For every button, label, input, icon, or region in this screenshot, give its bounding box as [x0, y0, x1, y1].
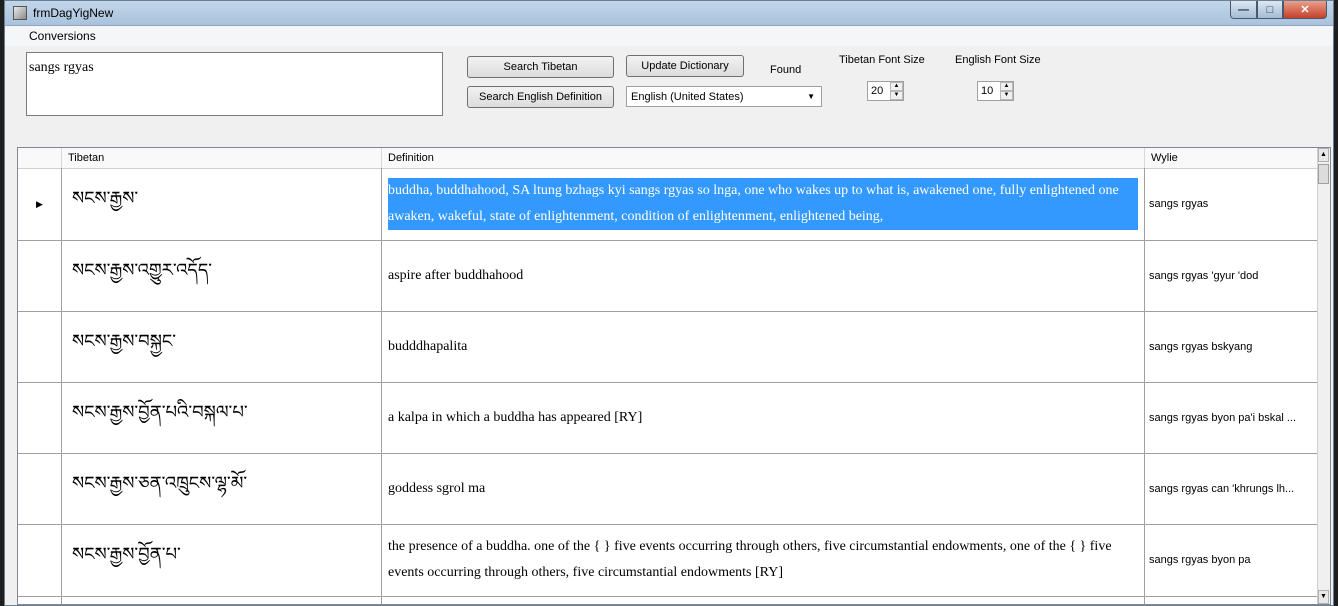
- table-row[interactable]: སངས་རྒྱས་བྱོན་པ་ the presence of a buddh…: [18, 524, 1320, 597]
- definition-cell[interactable]: budddhapalita: [382, 311, 1145, 382]
- search-toolbar: sangs rgyas Search Tibetan Search Englis…: [5, 46, 1333, 146]
- results-grid[interactable]: Tibetan Definition Wylie ▶ སངས་རྒྱས་ bud…: [17, 147, 1331, 605]
- definition-cell[interactable]: a kalpa in which a buddha has appeared […: [382, 382, 1145, 453]
- maximize-button[interactable]: □: [1257, 1, 1283, 19]
- tibetan-cell[interactable]: སངས་རྒྱས་འགྱུར་འདོད་: [62, 240, 382, 311]
- spin-up-icon[interactable]: ▲: [1000, 82, 1013, 91]
- spin-down-icon[interactable]: ▼: [1000, 91, 1013, 100]
- column-header-definition[interactable]: Definition: [382, 148, 1145, 168]
- language-select-value: English (United States): [631, 90, 744, 103]
- current-row-icon: ▶: [18, 168, 62, 240]
- row-header: [18, 240, 62, 311]
- search-query-input[interactable]: sangs rgyas: [26, 52, 443, 116]
- english-font-size-stepper[interactable]: 10 ▲ ▼: [977, 81, 1014, 101]
- table-row[interactable]: སངས་རྒྱས་ཅན་འཁྲུངས་ལྷ་མོ་ goddess sgrol …: [18, 453, 1320, 525]
- tibetan-cell[interactable]: སངས་རྒྱས་བསྐྱང་: [62, 311, 382, 382]
- search-tibetan-button[interactable]: Search Tibetan: [467, 56, 614, 78]
- table-row[interactable]: སངས་རྒྱས་བྱོན་པའི་བསྐལ་པ་ a kalpa in whi…: [18, 382, 1320, 454]
- english-font-size-value: 10: [981, 85, 994, 97]
- table-row-partial[interactable]: [18, 596, 1320, 604]
- table-row[interactable]: སངས་རྒྱས་བསྐྱང་ budddhapalita sangs rgya…: [18, 311, 1320, 383]
- scroll-down-icon[interactable]: ▼: [1318, 590, 1329, 604]
- app-icon: [13, 6, 27, 20]
- minimize-button[interactable]: —: [1230, 1, 1257, 19]
- grid-header: Tibetan Definition Wylie: [18, 148, 1320, 169]
- table-row[interactable]: སངས་རྒྱས་འགྱུར་འདོད་ aspire after buddha…: [18, 240, 1320, 312]
- menu-conversions[interactable]: Conversions: [5, 29, 104, 43]
- wylie-cell[interactable]: [1145, 596, 1320, 604]
- tibetan-font-size-stepper[interactable]: 20 ▲ ▼: [867, 81, 904, 101]
- scroll-thumb[interactable]: [1318, 164, 1329, 184]
- selected-definition-text: buddha, buddhahood, SA ltung bzhags kyi …: [388, 178, 1138, 230]
- tibetan-cell[interactable]: [62, 596, 382, 604]
- spin-up-icon[interactable]: ▲: [890, 82, 903, 91]
- vertical-scrollbar[interactable]: ▲ ▼: [1317, 148, 1330, 604]
- definition-cell[interactable]: buddha, buddhahood, SA ltung bzhags kyi …: [382, 168, 1145, 240]
- definition-cell[interactable]: the presence of a buddha. one of the { }…: [382, 524, 1145, 596]
- definition-cell[interactable]: goddess sgrol ma: [382, 453, 1145, 524]
- window-title: frmDagYigNew: [33, 6, 114, 20]
- row-header: [18, 311, 62, 382]
- tibetan-font-size-value: 20: [871, 85, 884, 97]
- column-header-wylie[interactable]: Wylie: [1145, 148, 1320, 168]
- spin-down-icon[interactable]: ▼: [890, 91, 903, 100]
- tibetan-cell[interactable]: སངས་རྒྱས་ཅན་འཁྲུངས་ལྷ་མོ་: [62, 453, 382, 524]
- found-label: Found: [770, 64, 802, 76]
- row-header-corner: [18, 148, 62, 168]
- menu-bar: Conversions: [5, 26, 1333, 46]
- row-header: [18, 453, 62, 524]
- wylie-cell[interactable]: sangs rgyas byon pa: [1145, 524, 1320, 596]
- wylie-cell[interactable]: sangs rgyas bskyang: [1145, 311, 1320, 382]
- definition-cell[interactable]: aspire after buddhahood: [382, 240, 1145, 311]
- tibetan-cell[interactable]: སངས་རྒྱས་བྱོན་པ་: [62, 524, 382, 596]
- scroll-up-icon[interactable]: ▲: [1318, 148, 1329, 162]
- tibetan-font-size-label: Tibetan Font Size: [839, 54, 925, 66]
- definition-cell[interactable]: [382, 596, 1145, 604]
- wylie-cell[interactable]: sangs rgyas can 'khrungs lh...: [1145, 453, 1320, 524]
- table-row[interactable]: ▶ སངས་རྒྱས་ buddha, buddhahood, SA ltung…: [18, 168, 1320, 241]
- tibetan-cell[interactable]: སངས་རྒྱས་བྱོན་པའི་བསྐལ་པ་: [62, 382, 382, 453]
- english-font-size-label: English Font Size: [955, 54, 1041, 66]
- close-button[interactable]: ✕: [1283, 1, 1327, 19]
- language-select[interactable]: English (United States) ▼: [626, 86, 822, 107]
- wylie-cell[interactable]: sangs rgyas byon pa'i bskal ...: [1145, 382, 1320, 453]
- update-dictionary-button[interactable]: Update Dictionary: [626, 55, 744, 77]
- chevron-down-icon: ▼: [807, 92, 815, 101]
- row-header: [18, 524, 62, 596]
- main-window: frmDagYigNew — □ ✕ Conversions sangs rgy…: [4, 0, 1334, 606]
- title-bar[interactable]: frmDagYigNew — □ ✕: [5, 1, 1333, 26]
- search-english-definition-button[interactable]: Search English Definition: [467, 86, 614, 108]
- row-header: [18, 382, 62, 453]
- tibetan-cell[interactable]: སངས་རྒྱས་: [62, 168, 382, 240]
- window-controls: — □ ✕: [1230, 1, 1327, 19]
- wylie-cell[interactable]: sangs rgyas 'gyur 'dod: [1145, 240, 1320, 311]
- wylie-cell[interactable]: sangs rgyas: [1145, 168, 1320, 240]
- row-header: [18, 596, 62, 604]
- column-header-tibetan[interactable]: Tibetan: [62, 148, 382, 168]
